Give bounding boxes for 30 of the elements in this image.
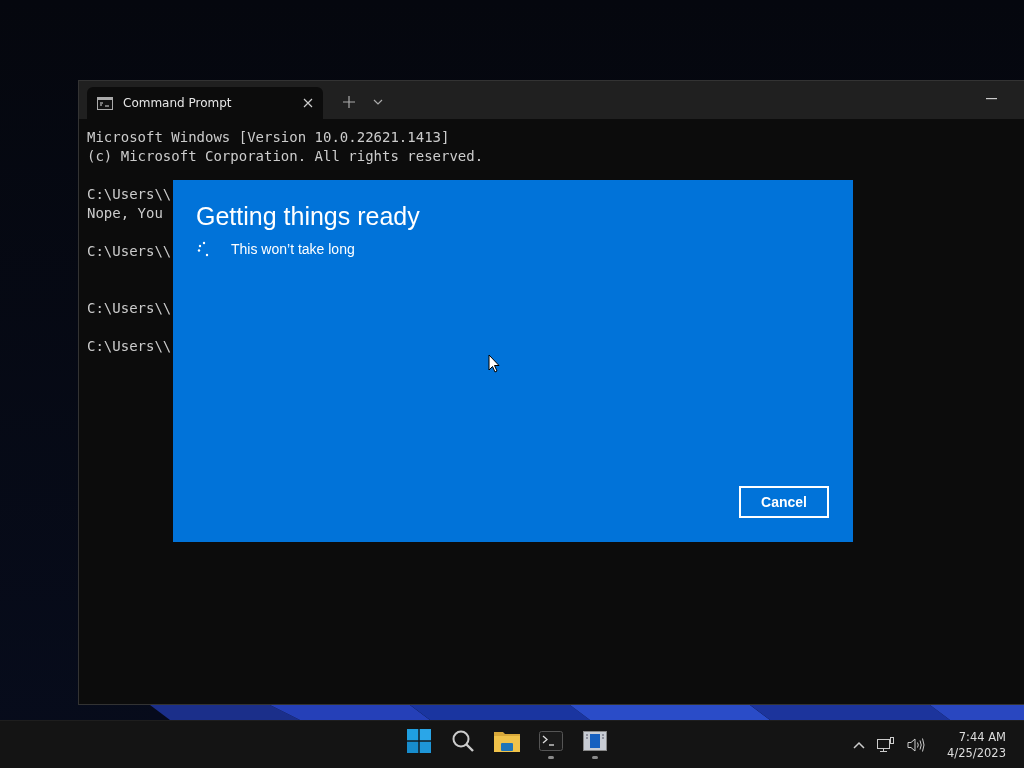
clock-time[interactable]: 7:44 AM [958, 728, 1006, 745]
running-indicator [548, 755, 554, 759]
console-line: C:\Users\\ [87, 242, 172, 261]
dialog-message: This won’t take long [231, 241, 355, 257]
console-line: C:\Users\\ [87, 299, 172, 318]
spinner-icon [197, 241, 211, 257]
console-line: Nope, You [87, 204, 163, 223]
clock-date[interactable]: 4/25/2023 [947, 744, 1006, 761]
close-icon[interactable] [303, 98, 313, 108]
chevron-up-icon[interactable] [853, 740, 866, 749]
console-line: C:\Users\\ [87, 337, 172, 356]
console-line: Microsoft Windows [Version 10.0.22621.1413] [87, 128, 450, 147]
chevron-down-icon[interactable] [373, 99, 383, 105]
plus-icon[interactable] [343, 96, 355, 108]
search-icon[interactable] [451, 728, 475, 753]
terminal-icon[interactable] [539, 730, 563, 751]
mouse-pointer-icon [488, 354, 500, 373]
windows-start-icon[interactable] [407, 728, 431, 753]
folder-icon[interactable] [494, 729, 520, 752]
cancel-button[interactable]: Cancel [739, 486, 829, 518]
minimize-icon[interactable] [986, 98, 997, 100]
running-indicator [592, 755, 598, 759]
console-icon [97, 96, 113, 110]
terminal-tab[interactable]: Command Prompt [87, 87, 323, 119]
app-window-icon[interactable] [583, 730, 607, 751]
console-line: (c) Microsoft Corporation. All rights reserved. [87, 147, 484, 166]
console-line: C:\Users\\ [87, 185, 172, 204]
network-icon[interactable] [877, 736, 896, 753]
dialog-title: Getting things ready [196, 202, 420, 231]
volume-icon[interactable] [907, 736, 926, 753]
